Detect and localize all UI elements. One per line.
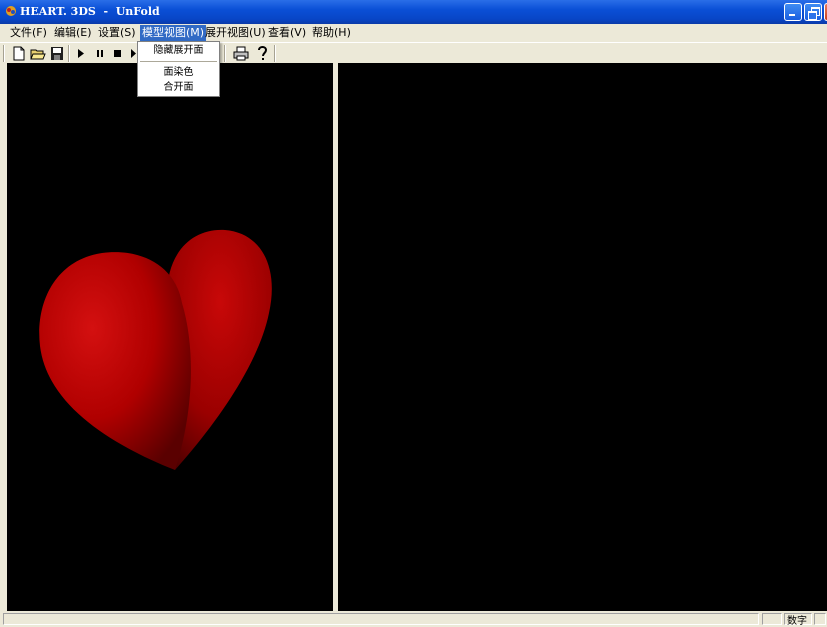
- pause-icon[interactable]: [95, 46, 105, 61]
- menu-model-view[interactable]: 模型视图(M): [140, 25, 207, 41]
- menu-view[interactable]: 查看(V): [266, 25, 308, 41]
- menu-item-merge-faces[interactable]: 合开面: [138, 80, 219, 96]
- status-message-panel: [3, 613, 759, 625]
- model-view-dropdown: 隐藏展开面 面染色 合开面: [137, 41, 220, 97]
- help-icon[interactable]: [256, 46, 268, 61]
- open-folder-icon[interactable]: [30, 46, 46, 61]
- menu-unfold-view[interactable]: 展开视图(U): [203, 25, 268, 41]
- new-file-icon[interactable]: [12, 46, 26, 61]
- menu-item-face-coloring[interactable]: 面染色: [138, 65, 219, 81]
- menu-edit[interactable]: 编辑(E): [52, 25, 94, 41]
- stop-icon[interactable]: [113, 46, 123, 61]
- app-icon: [6, 6, 16, 16]
- num-lock-text: 数字: [787, 616, 807, 627]
- menu-help[interactable]: 帮助(H): [310, 25, 353, 41]
- minimize-button[interactable]: [784, 3, 802, 21]
- status-bar: 数字: [0, 611, 827, 627]
- window-title: HEART. 3DS - UnFold: [20, 5, 160, 18]
- menu-separator: [140, 61, 217, 62]
- model-view-pane[interactable]: [7, 63, 333, 611]
- play-icon[interactable]: [76, 46, 86, 61]
- unfold-view-pane[interactable]: [338, 63, 827, 611]
- toolbar-grip: [3, 45, 5, 62]
- menu-bar: 文件(F) 编辑(E) 设置(S) 模型视图(M) 展开视图(U) 查看(V) …: [0, 24, 827, 42]
- menu-item-hide-unfold-faces[interactable]: 隐藏展开面: [138, 43, 219, 59]
- restore-button[interactable]: [804, 3, 822, 21]
- toolbar: [0, 42, 827, 64]
- save-icon[interactable]: [50, 46, 64, 61]
- heart-3d-model: [39, 229, 272, 470]
- title-bar: HEART. 3DS - UnFold: [0, 0, 827, 24]
- minimize-icon: [789, 14, 795, 16]
- print-icon[interactable]: [233, 46, 249, 61]
- menu-settings[interactable]: 设置(S): [96, 25, 138, 41]
- menu-file[interactable]: 文件(F): [8, 25, 49, 41]
